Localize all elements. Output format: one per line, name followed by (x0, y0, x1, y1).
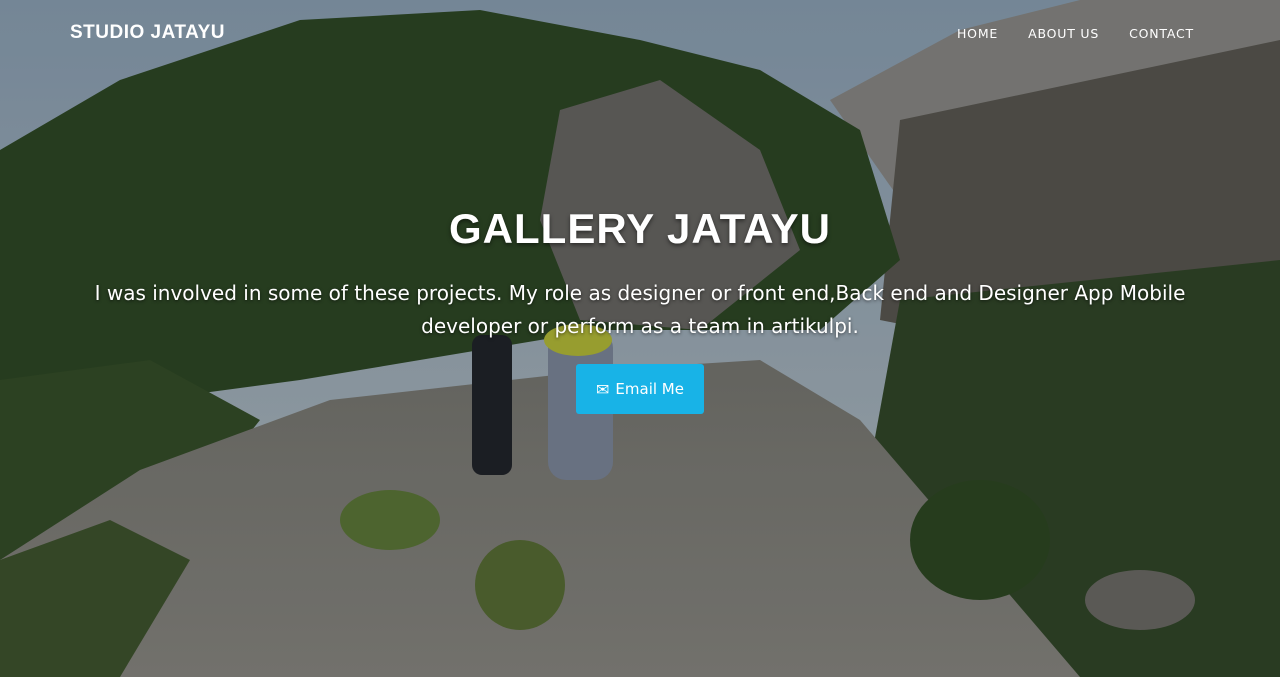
envelope-icon: ✉ (596, 379, 610, 399)
hero-content: GALLERY JATAYU I was involved in some of… (0, 205, 1280, 414)
email-me-button[interactable]: ✉ Email Me (576, 364, 704, 414)
email-me-label: Email Me (615, 380, 684, 398)
nav-about-us[interactable]: ABOUT US (1028, 26, 1099, 41)
hero-title: GALLERY JATAYU (449, 205, 831, 252)
nav-contact[interactable]: CONTACT (1129, 26, 1194, 41)
nav-home[interactable]: HOME (957, 26, 998, 41)
top-nav: HOME ABOUT US CONTACT (927, 26, 1194, 41)
brand-logo-link[interactable]: STUDIO JATAYU (70, 22, 225, 44)
hero-subtitle: I was involved in some of these projects… (94, 281, 1186, 338)
hero-section: STUDIO JATAYU HOME ABOUT US CONTACT GALL… (0, 0, 1280, 677)
